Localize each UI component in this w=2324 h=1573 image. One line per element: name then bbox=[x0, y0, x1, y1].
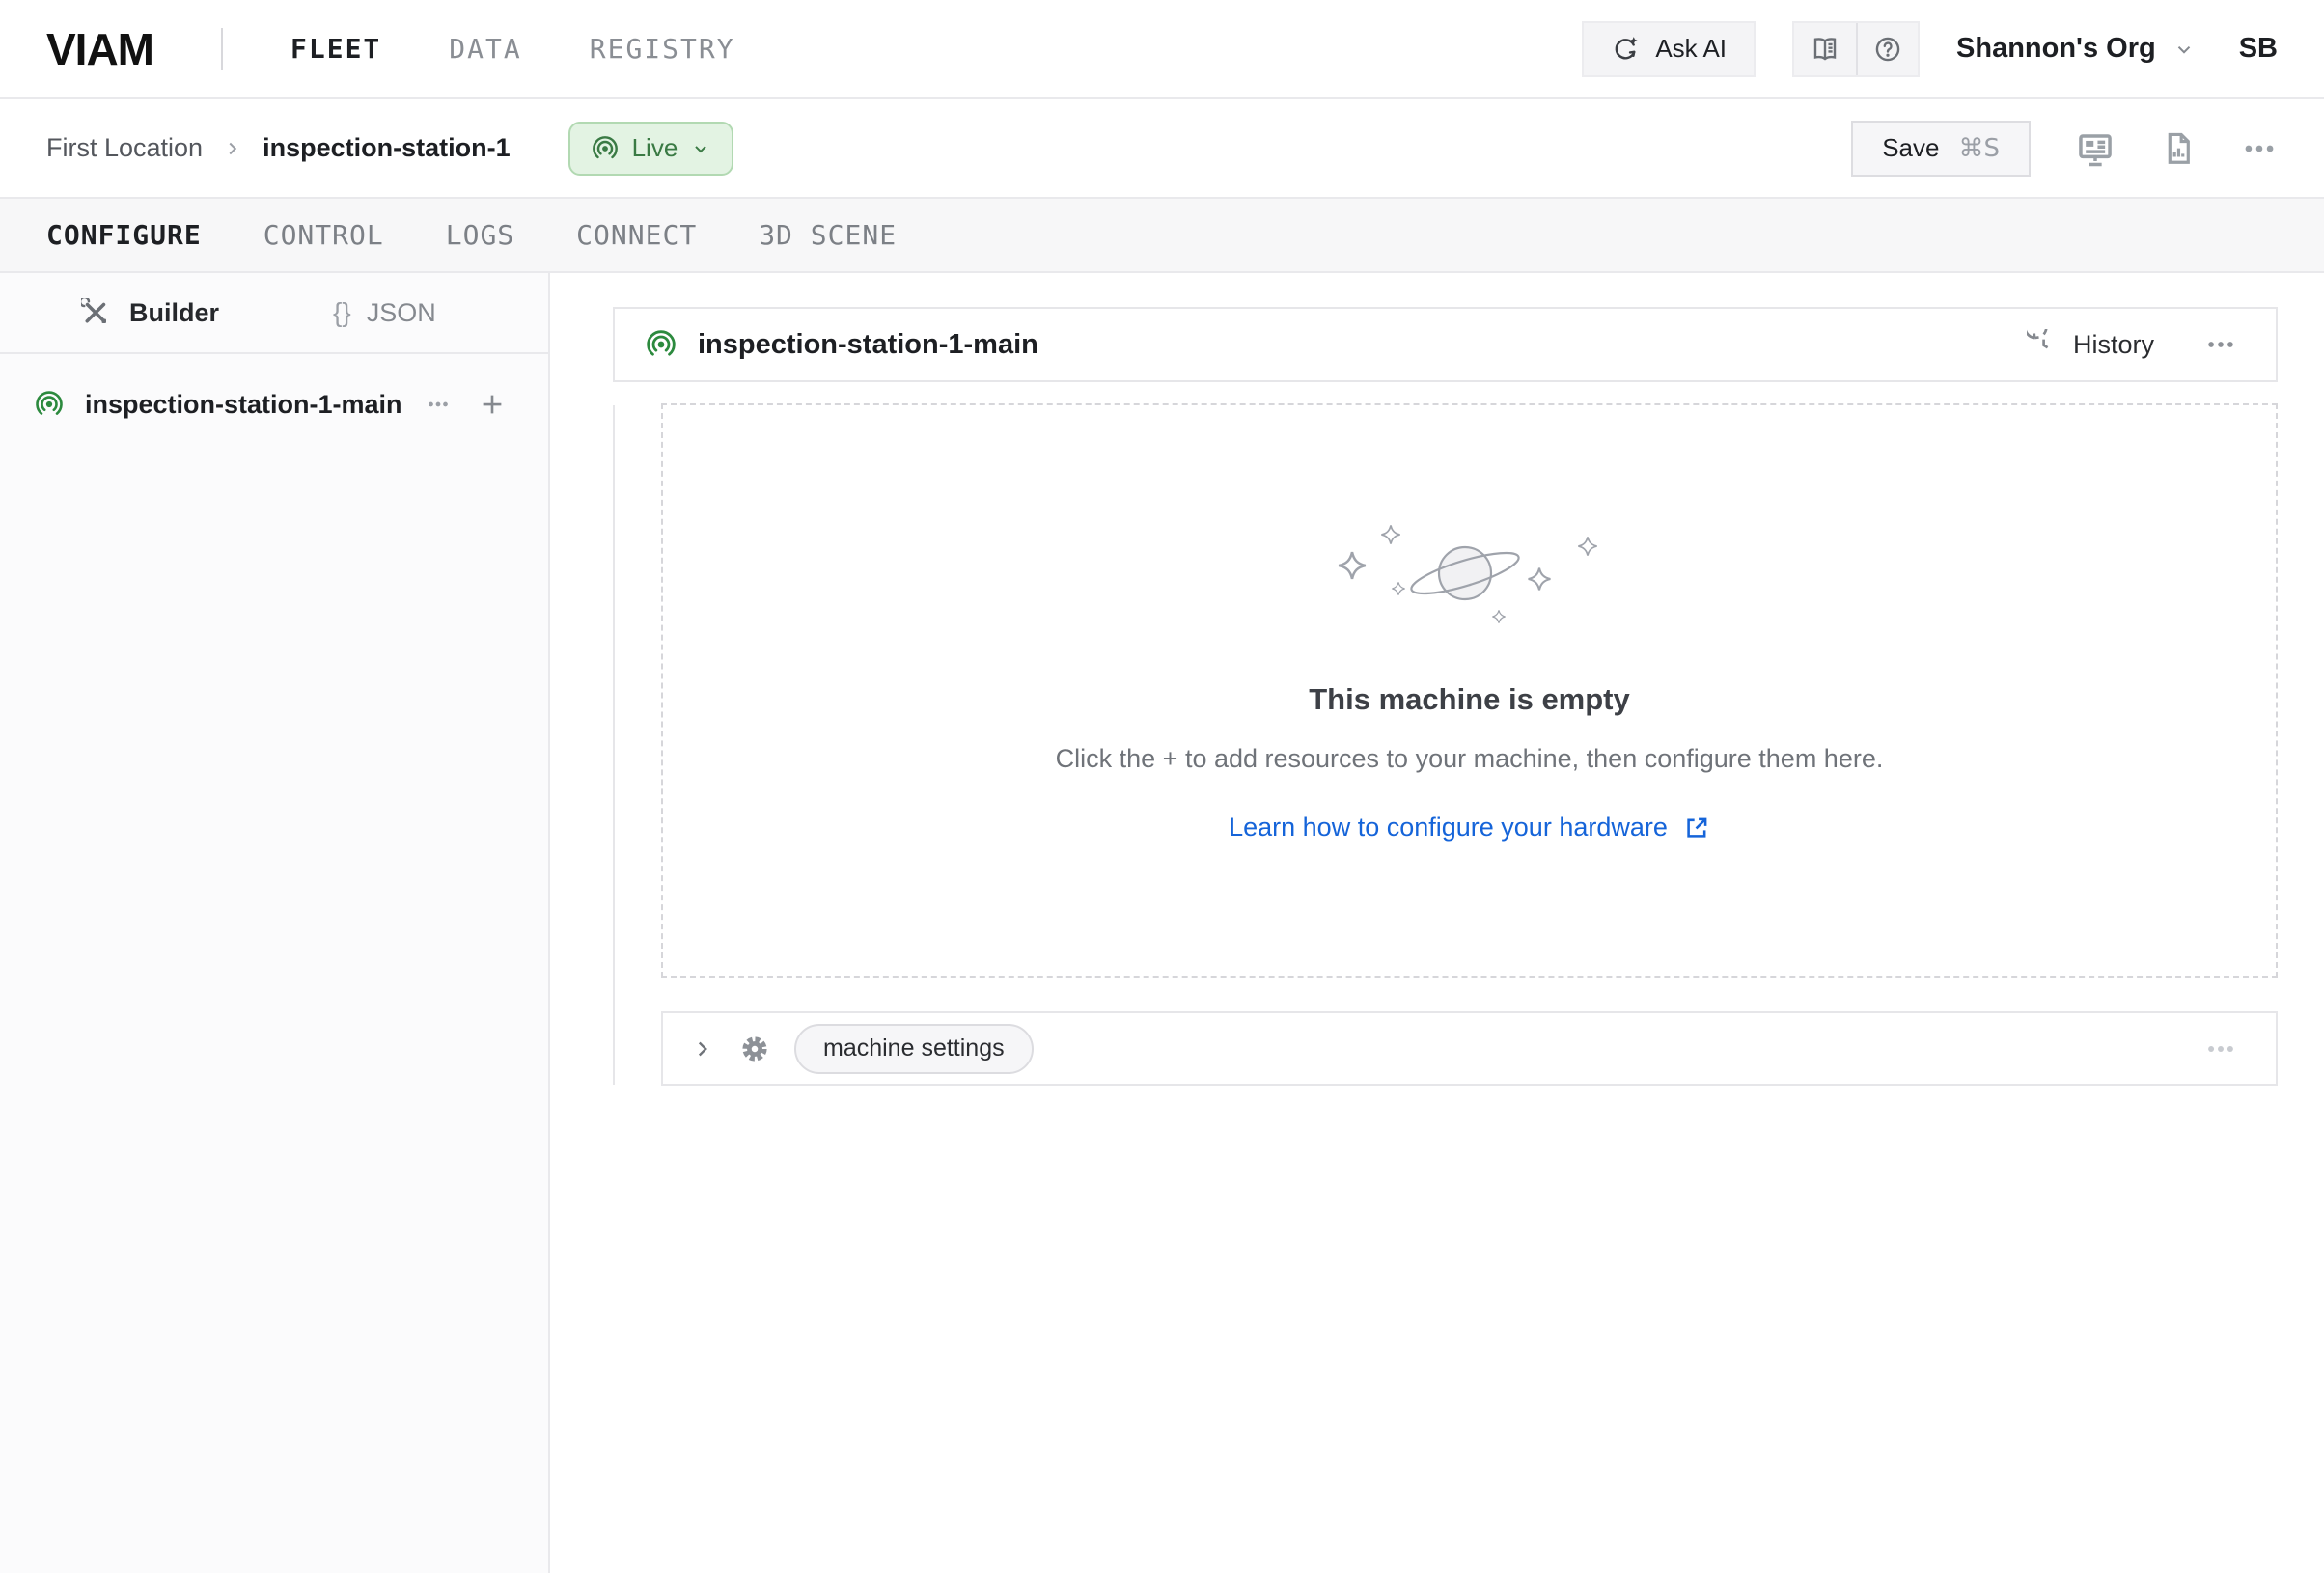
machine-broadcast-icon bbox=[592, 135, 619, 162]
machine-toolbar: First Location inspection-station-1 Live bbox=[0, 99, 2324, 197]
documentation-book-icon[interactable] bbox=[1794, 23, 1856, 75]
ask-ai-sparkle-icon bbox=[1611, 35, 1640, 64]
part-title: inspection-station-1-main bbox=[698, 329, 1038, 361]
machine-part-label: inspection-station-1-main bbox=[85, 390, 402, 420]
machine-name: inspection-station-1 bbox=[263, 133, 511, 163]
gear-icon bbox=[738, 1033, 771, 1065]
nav-item-data[interactable]: DATA bbox=[449, 33, 521, 65]
json-mode-tab[interactable]: {} JSON bbox=[333, 297, 436, 328]
save-shortcut: ⌘S bbox=[1958, 134, 2000, 163]
configure-main-panel: inspection-station-1-main History bbox=[550, 273, 2324, 1573]
tab-configure[interactable]: CONFIGURE bbox=[46, 219, 202, 251]
status-label: Live bbox=[632, 133, 678, 163]
ask-ai-label: Ask AI bbox=[1655, 34, 1727, 64]
help-question-icon[interactable] bbox=[1856, 23, 1918, 75]
part-menu-icon[interactable] bbox=[2204, 328, 2237, 361]
json-label: JSON bbox=[367, 298, 436, 328]
builder-mode-tab[interactable]: Builder bbox=[81, 298, 219, 328]
ask-ai-button[interactable]: Ask AI bbox=[1582, 21, 1756, 77]
add-resource-icon[interactable] bbox=[478, 390, 507, 419]
machine-settings-row: machine settings bbox=[661, 1011, 2278, 1086]
save-button[interactable]: Save ⌘S bbox=[1851, 121, 2031, 177]
part-options-icon[interactable] bbox=[424, 390, 453, 419]
chevron-right-icon bbox=[222, 138, 243, 159]
empty-state-title: This machine is empty bbox=[1309, 682, 1630, 717]
org-switcher[interactable]: Shannon's Org bbox=[1956, 33, 2195, 65]
external-link-icon bbox=[1683, 814, 1710, 842]
logo-divider bbox=[221, 28, 223, 70]
configure-content: Builder {} JSON inspection-station-1-mai… bbox=[0, 273, 2324, 1573]
primary-nav: FLEET DATA REGISTRY bbox=[290, 33, 735, 65]
tools-icon bbox=[81, 298, 110, 327]
nav-item-fleet[interactable]: FLEET bbox=[290, 33, 381, 65]
save-label: Save bbox=[1882, 133, 1939, 163]
tab-logs[interactable]: LOGS bbox=[446, 219, 514, 251]
nav-item-registry[interactable]: REGISTRY bbox=[590, 33, 735, 65]
tab-connect[interactable]: CONNECT bbox=[576, 219, 697, 251]
machine-part-icon bbox=[646, 329, 677, 360]
settings-menu-icon[interactable] bbox=[2204, 1033, 2237, 1065]
machine-settings-pill[interactable]: machine settings bbox=[794, 1024, 1034, 1074]
breadcrumb: First Location inspection-station-1 Live bbox=[46, 122, 733, 176]
expand-chevron-icon[interactable] bbox=[690, 1036, 715, 1062]
breadcrumb-location[interactable]: First Location bbox=[46, 133, 203, 163]
machine-part-icon bbox=[35, 390, 64, 419]
learn-link-label: Learn how to configure your hardware bbox=[1229, 813, 1668, 842]
status-badge-live[interactable]: Live bbox=[568, 122, 734, 176]
machine-tabs: CONFIGURE CONTROL LOGS CONNECT 3D SCENE bbox=[0, 197, 2324, 273]
tab-control[interactable]: CONTROL bbox=[263, 219, 384, 251]
planet-sparkles-illustration bbox=[1335, 519, 1605, 632]
empty-state-description: Click the + to add resources to your mac… bbox=[1056, 744, 1884, 774]
logs-report-icon[interactable] bbox=[2160, 130, 2197, 167]
tab-3d-scene[interactable]: 3D SCENE bbox=[759, 219, 897, 251]
empty-machine-dropzone: This machine is empty Click the + to add… bbox=[661, 403, 2278, 978]
part-header-card: inspection-station-1-main History bbox=[613, 307, 2278, 382]
history-clock-icon bbox=[2027, 329, 2058, 360]
avatar[interactable]: SB bbox=[2239, 33, 2278, 65]
org-name: Shannon's Org bbox=[1956, 33, 2156, 65]
viam-logo[interactable]: VIAM bbox=[46, 23, 153, 75]
editor-mode-toggle: Builder {} JSON bbox=[0, 273, 548, 354]
part-tree-line bbox=[613, 405, 615, 1085]
control-monitor-icon[interactable] bbox=[2075, 128, 2116, 169]
chevron-down-icon bbox=[691, 139, 710, 158]
braces-icon: {} bbox=[333, 297, 351, 328]
history-button[interactable]: History bbox=[2027, 329, 2154, 360]
builder-label: Builder bbox=[129, 298, 219, 328]
history-label: History bbox=[2073, 330, 2154, 360]
learn-hardware-link[interactable]: Learn how to configure your hardware bbox=[1229, 813, 1710, 842]
configure-sidebar: Builder {} JSON inspection-station-1-mai… bbox=[0, 273, 550, 1573]
chevron-down-icon bbox=[2173, 39, 2195, 60]
top-bar: VIAM FLEET DATA REGISTRY Ask AI bbox=[0, 0, 2324, 99]
help-resources-group bbox=[1792, 21, 1920, 77]
overflow-menu-icon[interactable] bbox=[2241, 130, 2278, 167]
machine-part-item[interactable]: inspection-station-1-main bbox=[0, 377, 548, 431]
